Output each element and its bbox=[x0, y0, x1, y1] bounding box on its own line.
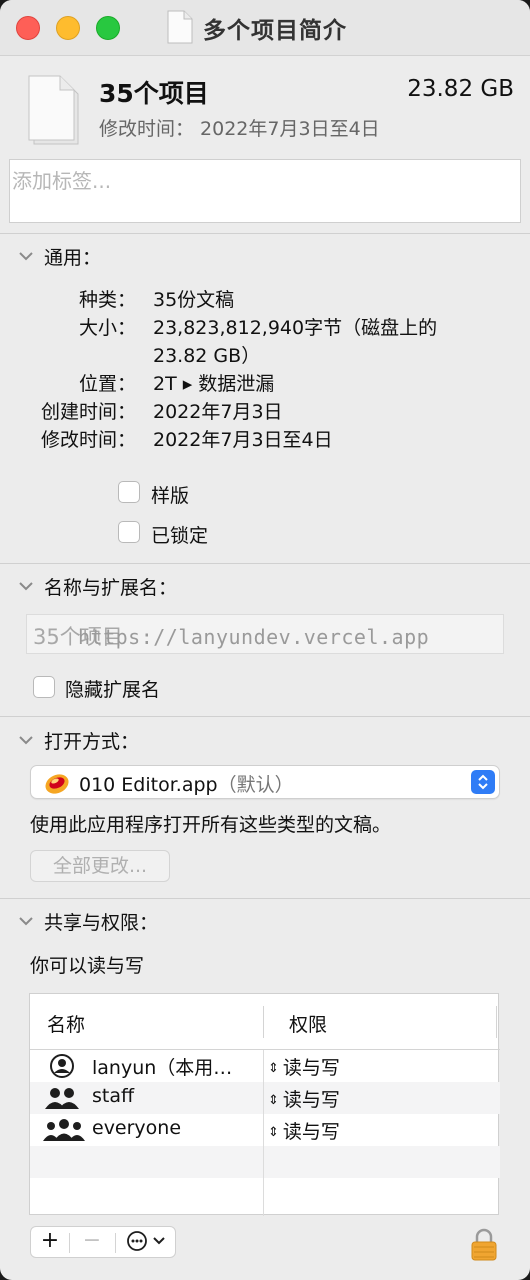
where-label: 位置： bbox=[78, 373, 136, 395]
action-menu-button[interactable] bbox=[117, 1227, 175, 1257]
open-with-popup[interactable]: 010 Editor.app（默认） bbox=[30, 765, 500, 799]
open-with-heading: 打开方式： bbox=[44, 731, 140, 753]
up-down-icon: ⇕ bbox=[268, 1125, 279, 1140]
single-user-icon bbox=[42, 1053, 82, 1083]
remove-user-button[interactable]: − bbox=[70, 1227, 114, 1257]
tags-placeholder: 添加标签... bbox=[12, 169, 112, 193]
sharing-heading: 共享与权限： bbox=[44, 912, 159, 934]
toolbar-separator bbox=[115, 1233, 116, 1253]
close-window-button[interactable] bbox=[16, 16, 40, 40]
name-ext-section-header[interactable]: 名称与扩展名： bbox=[18, 573, 177, 600]
column-header-privilege[interactable]: 权限 bbox=[289, 1010, 327, 1037]
column-separator bbox=[263, 1006, 264, 1038]
created-label: 创建时间： bbox=[40, 401, 136, 423]
column-header-name[interactable]: 名称 bbox=[47, 1010, 85, 1037]
size-value-line2: 23.82 GB） bbox=[153, 345, 261, 367]
tags-field[interactable]: 添加标签... bbox=[9, 159, 521, 223]
title-bar: 多个项目简介 bbox=[0, 0, 530, 56]
table-row[interactable]: everyone ⇕ 读与写 bbox=[30, 1114, 500, 1146]
summary-name: 35个项目 bbox=[99, 79, 209, 108]
where-value: 2T ▸ 数据泄漏 bbox=[153, 373, 275, 395]
summary-modified: 修改时间： 2022年7月3日至4日 bbox=[99, 118, 380, 140]
up-down-icon: ⇕ bbox=[268, 1093, 279, 1108]
app-name: 010 Editor.app bbox=[79, 774, 218, 796]
privilege-value: 读与写 bbox=[282, 1121, 340, 1143]
popup-stepper-icon bbox=[471, 770, 495, 794]
column-separator bbox=[496, 1006, 497, 1038]
summary-size: 23.82 GB bbox=[407, 76, 514, 102]
locked-label: 已锁定 bbox=[151, 525, 209, 547]
info-window: 多个项目简介 35个项目 23.82 GB 修改时间： 2022年7月3日至4日… bbox=[0, 0, 530, 1280]
divider bbox=[0, 233, 530, 234]
stationery-label: 样版 bbox=[151, 485, 190, 507]
row-privilege[interactable]: ⇕ 读与写 bbox=[268, 1085, 340, 1112]
row-user-name: staff bbox=[92, 1085, 135, 1107]
document-icon bbox=[166, 10, 194, 48]
sharing-description: 你可以读与写 bbox=[30, 955, 145, 977]
group-icon bbox=[42, 1085, 82, 1115]
row-privilege[interactable]: ⇕ 读与写 bbox=[268, 1053, 340, 1080]
app-default-tag: （默认） bbox=[217, 774, 294, 796]
sharing-section-header[interactable]: 共享与权限： bbox=[18, 908, 158, 935]
privilege-value: 读与写 bbox=[282, 1057, 340, 1079]
permissions-toolbar: + − bbox=[30, 1226, 176, 1258]
table-row[interactable]: lanyun（本用… ⇕ 读与写 bbox=[30, 1050, 500, 1082]
locked-checkbox[interactable] bbox=[118, 521, 140, 543]
kind-label: 种类： bbox=[78, 289, 136, 311]
modified-value: 2022年7月3日至4日 bbox=[153, 429, 333, 451]
ellipsis-circle-icon bbox=[127, 1231, 165, 1251]
up-down-icon: ⇕ bbox=[268, 1061, 279, 1076]
size-value-line1: 23,823,812,940字节（磁盘上的 bbox=[153, 317, 438, 339]
chevron-down-icon bbox=[19, 252, 33, 261]
privilege-value: 读与写 bbox=[282, 1089, 340, 1111]
kind-value: 35份文稿 bbox=[153, 289, 235, 311]
row-user-name: lanyun（本用… bbox=[92, 1057, 233, 1079]
size-label: 大小： bbox=[78, 317, 136, 339]
open-with-description: 使用此应用程序打开所有这些类型的文稿。 bbox=[30, 814, 392, 836]
minimize-window-button[interactable] bbox=[56, 16, 80, 40]
divider bbox=[0, 898, 530, 899]
general-section-header[interactable]: 通用： bbox=[18, 243, 101, 270]
empty-row bbox=[30, 1178, 500, 1210]
add-user-button[interactable]: + bbox=[31, 1227, 69, 1257]
stationery-checkbox[interactable] bbox=[118, 481, 140, 503]
row-privilege[interactable]: ⇕ 读与写 bbox=[268, 1117, 340, 1144]
chevron-down-icon bbox=[19, 917, 33, 926]
zoom-window-button[interactable] bbox=[96, 16, 120, 40]
documents-icon bbox=[24, 74, 84, 150]
open-with-selected: 010 Editor.app（默认） bbox=[79, 770, 294, 797]
divider bbox=[0, 716, 530, 717]
divider bbox=[0, 563, 530, 564]
change-all-button[interactable]: 全部更改... bbox=[30, 850, 170, 882]
empty-row bbox=[30, 1146, 500, 1178]
modified-label: 修改时间： bbox=[40, 429, 136, 451]
table-row[interactable]: staff ⇕ 读与写 bbox=[30, 1082, 500, 1114]
row-user-name: everyone bbox=[92, 1117, 182, 1139]
permissions-table: 名称 权限 lanyun（本用… ⇕ 读与写 staff ⇕ 读与写 everyon… bbox=[29, 993, 500, 1216]
app-icon bbox=[43, 770, 71, 800]
chevron-down-icon bbox=[19, 736, 33, 745]
everyone-icon bbox=[42, 1117, 86, 1147]
lock-icon[interactable] bbox=[470, 1228, 498, 1266]
hide-extension-checkbox[interactable] bbox=[33, 676, 55, 698]
general-heading: 通用： bbox=[44, 247, 102, 269]
column-separator bbox=[263, 1050, 264, 1216]
open-with-section-header[interactable]: 打开方式： bbox=[18, 727, 139, 754]
name-ext-heading: 名称与扩展名： bbox=[44, 577, 178, 599]
created-value: 2022年7月3日 bbox=[153, 401, 283, 423]
chevron-down-icon bbox=[19, 582, 33, 591]
window-title: 多个项目简介 bbox=[203, 18, 347, 44]
hide-extension-label: 隐藏扩展名 bbox=[65, 679, 161, 701]
watermark-text: https://lanyundev.vercel.app bbox=[78, 625, 430, 649]
